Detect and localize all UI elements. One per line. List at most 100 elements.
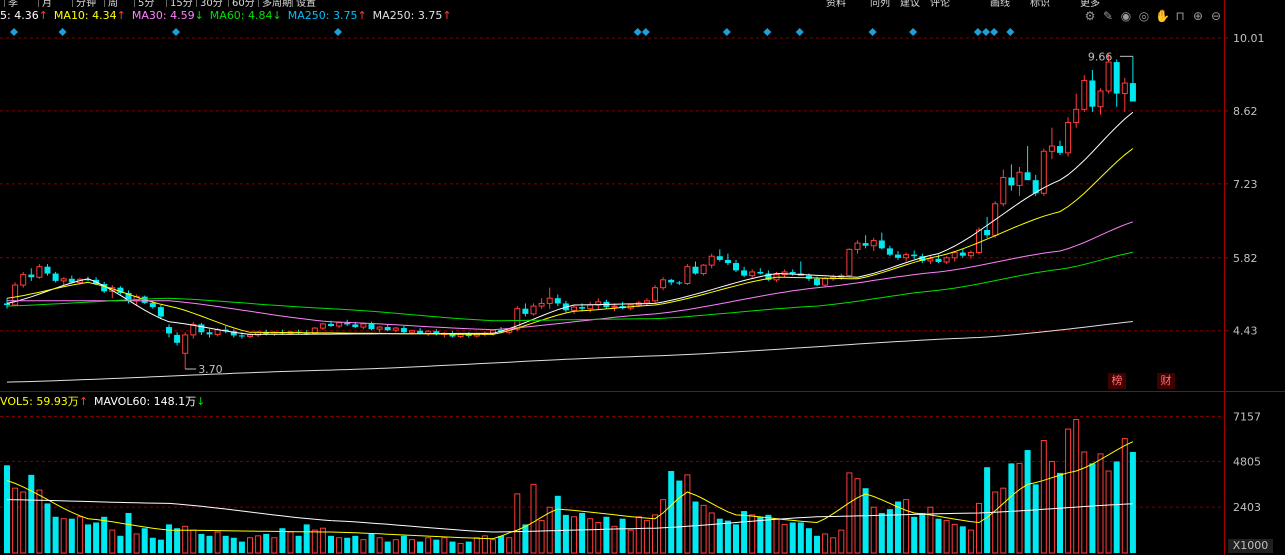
candle-body (376, 326, 383, 330)
low-price-label: 3.70 (198, 363, 223, 376)
candle-body (522, 308, 529, 314)
volume-bar (627, 529, 634, 554)
volume-bar (571, 516, 577, 554)
candle-body (911, 254, 918, 257)
candlestick (392, 327, 399, 333)
candlestick (222, 325, 229, 334)
volume-bar (741, 511, 748, 553)
volume-bar (789, 522, 796, 553)
volume-bar (757, 516, 764, 553)
candle-body (538, 302, 545, 307)
candlestick (538, 298, 545, 309)
finance-badge[interactable]: 财 (1157, 373, 1175, 389)
volume-bar (392, 539, 399, 554)
volume-bar (449, 541, 456, 553)
volume-bar (166, 524, 172, 553)
candlestick (400, 325, 407, 334)
candlestick (886, 245, 893, 257)
candlestick (174, 332, 181, 346)
rank-badge[interactable]: 榜 (1108, 373, 1126, 389)
candlestick (903, 252, 910, 262)
volume-bar (1016, 462, 1023, 554)
volume-bar (1024, 450, 1031, 553)
volume-bar (870, 506, 877, 554)
volume-bar (668, 471, 675, 553)
candlestick (878, 232, 885, 250)
volume-bar (830, 537, 837, 554)
volume-bar (797, 522, 804, 553)
volume-bar (506, 537, 513, 554)
volume-bar (498, 535, 505, 553)
volume-bar (368, 533, 375, 553)
volume-bar (587, 518, 594, 554)
volume-bar (76, 516, 83, 554)
candlestick (336, 321, 343, 329)
event-marker-icon (334, 28, 342, 36)
candle-body (149, 302, 156, 308)
volume-bar (895, 501, 901, 553)
volume-bar (352, 535, 359, 553)
candle-body (1113, 62, 1120, 94)
volume-bar (141, 528, 148, 553)
candle-body (789, 271, 796, 274)
candle-body (44, 266, 51, 274)
candle-body (546, 297, 553, 304)
volume-bar (271, 537, 278, 554)
candlestick (530, 303, 537, 316)
volume-bar (125, 512, 132, 553)
volume-bar (311, 529, 318, 554)
candlestick (522, 303, 529, 317)
volume-bar (1105, 470, 1112, 554)
volume-bar (943, 520, 950, 554)
volume-bar (903, 499, 910, 554)
candle-body (1089, 80, 1096, 107)
event-marker-icon (58, 28, 67, 36)
candle-body (344, 322, 351, 325)
volume-bar (149, 537, 156, 553)
candle-body (425, 330, 432, 334)
volume-bar (303, 524, 310, 553)
volume-bar (724, 520, 731, 553)
candle-body (1097, 90, 1104, 108)
volume-bar (984, 467, 991, 553)
volume-bar (643, 520, 650, 554)
candle-body (319, 323, 326, 329)
candle-body (684, 266, 691, 284)
stock-chart: 10.01 8.62 7.23 5.82 4.43 7157 4805 2403 3.70 9.6… (0, 0, 1285, 555)
volume-bar (660, 499, 667, 554)
volume-bar (255, 535, 262, 554)
volume-bar (238, 541, 245, 553)
candle-body (878, 240, 885, 249)
candlestick (660, 277, 667, 291)
event-marker-icon (990, 28, 999, 36)
volume-bar (473, 537, 480, 554)
volume-bar (603, 516, 610, 553)
candle-body (708, 255, 715, 266)
event-marker-icon (763, 28, 772, 36)
candle-body (724, 259, 731, 264)
volume-bar (773, 518, 780, 554)
candlestick (700, 264, 707, 276)
event-marker-icon (795, 28, 804, 36)
volume-bar (530, 483, 537, 554)
candle-body (1000, 177, 1007, 205)
candlestick (870, 237, 877, 251)
candle-body (328, 323, 334, 326)
candle-body (384, 327, 391, 331)
y-tick-label: 2403 (1233, 501, 1261, 514)
event-marker-icon (982, 28, 990, 36)
candlestick (1129, 56, 1136, 102)
volume-bar (951, 523, 958, 554)
candle-body (571, 306, 577, 311)
candlestick (643, 298, 650, 307)
volume-bar (457, 542, 464, 554)
candlestick (190, 321, 197, 339)
volume-bar (522, 524, 529, 553)
y-tick-label: 5.82 (1233, 252, 1258, 265)
candlestick (1065, 117, 1072, 157)
candle-body (400, 328, 407, 333)
volume-bar (579, 512, 586, 553)
candlestick (360, 322, 367, 330)
candle-body (757, 271, 764, 274)
candle-body (643, 300, 650, 304)
